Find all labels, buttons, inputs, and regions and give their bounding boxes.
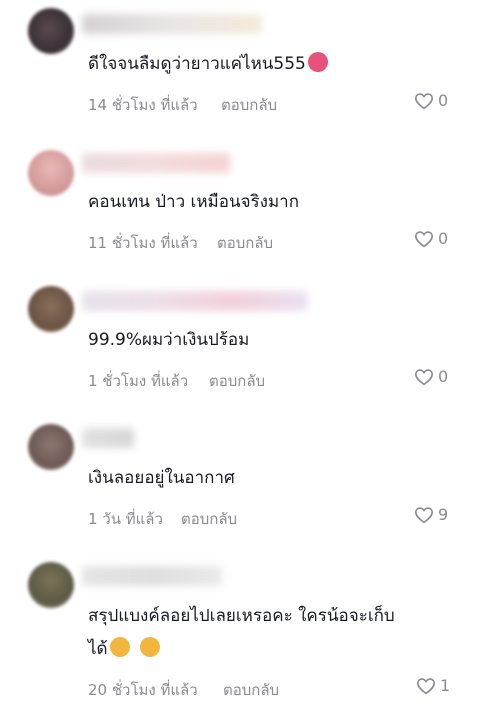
avatar[interactable] <box>28 286 74 332</box>
username-blurred[interactable] <box>82 153 230 173</box>
comment-meta: 14 ชั่วโมง ที่แล้ว <box>88 93 198 117</box>
username-blurred[interactable] <box>82 291 308 311</box>
comment-text: คอนเทน ป่าว เหมือนจริงมาก <box>88 185 299 219</box>
comment-text: ได้ <box>88 632 160 666</box>
comment-meta: 1 ชั่วโมง ที่แล้ว <box>88 369 188 393</box>
comment-text: 99.9%ผมว่าเงินปร้อม <box>88 323 249 357</box>
comment-time: 1 วัน ที่แล้ว <box>88 510 163 528</box>
reply-button[interactable]: ตอบกลับ <box>181 507 237 531</box>
avatar[interactable] <box>28 562 74 608</box>
like-count: 1 <box>440 676 451 695</box>
avatar[interactable] <box>28 8 74 54</box>
avatar[interactable] <box>28 424 74 470</box>
comment-meta: 20 ชั่วโมง ที่แล้ว <box>88 678 198 702</box>
like-button[interactable]: 0 <box>414 229 448 248</box>
comment-time: 20 ชั่วโมง ที่แล้ว <box>88 681 198 699</box>
heart-outline-icon <box>414 368 434 385</box>
reply-button[interactable]: ตอบกลับ <box>209 369 265 393</box>
reply-button[interactable]: ตอบกลับ <box>217 231 273 255</box>
like-count: 9 <box>438 505 449 524</box>
username-blurred[interactable] <box>82 566 222 586</box>
like-count: 0 <box>438 367 449 386</box>
comment-text: เงินลอยอยู่ในอากาศ <box>88 461 235 495</box>
grinning-face-icon <box>139 637 160 657</box>
comment-text-content: 99.9%ผมว่าเงินปร้อม <box>88 330 250 350</box>
comment-text-content: เงินลอยอยู่ในอากาศ <box>88 468 235 488</box>
heart-outline-icon <box>414 506 434 523</box>
like-button[interactable]: 0 <box>414 91 448 110</box>
comment-time: 1 ชั่วโมง ที่แล้ว <box>88 372 189 390</box>
comment-text: สรุปแบงค์ลอยไปเลยเหรอคะ ใครน้อจะเก็บ <box>88 599 395 633</box>
heart-outline-icon <box>414 230 434 247</box>
comment-time: 14 ชั่วโมง ที่แล้ว <box>88 96 198 114</box>
like-button[interactable]: 0 <box>414 367 448 386</box>
reply-button[interactable]: ตอบกลับ <box>223 678 279 702</box>
username-blurred[interactable] <box>82 428 134 448</box>
comment-text-content: ดีใจจนลืมดูว่ายาวแค่ไหน555 <box>88 54 306 74</box>
laughing-face-icon <box>307 52 328 72</box>
like-button[interactable]: 9 <box>414 505 448 524</box>
heart-outline-icon <box>414 92 434 109</box>
comment-time: 11 ชั่วโมง ที่แล้ว <box>88 234 198 252</box>
avatar[interactable] <box>28 150 74 196</box>
grinning-face-icon <box>109 637 130 657</box>
comment-text: ดีใจจนลืมดูว่ายาวแค่ไหน555 <box>88 47 328 81</box>
username-blurred[interactable] <box>82 14 262 34</box>
comment-text-line-1: สรุปแบงค์ลอยไปเลยเหรอคะ ใครน้อจะเก็บ <box>88 606 395 626</box>
comment-meta: 1 วัน ที่แล้ว <box>88 507 163 531</box>
like-count: 0 <box>438 91 449 110</box>
comment-text-content: คอนเทน ป่าว เหมือนจริงมาก <box>88 192 300 212</box>
like-button[interactable]: 1 <box>416 676 450 695</box>
heart-outline-icon <box>416 677 436 694</box>
comment-meta: 11 ชั่วโมง ที่แล้ว <box>88 231 198 255</box>
reply-button[interactable]: ตอบกลับ <box>221 93 277 117</box>
comment-text-line-2: ได้ <box>88 639 108 659</box>
like-count: 0 <box>438 229 449 248</box>
